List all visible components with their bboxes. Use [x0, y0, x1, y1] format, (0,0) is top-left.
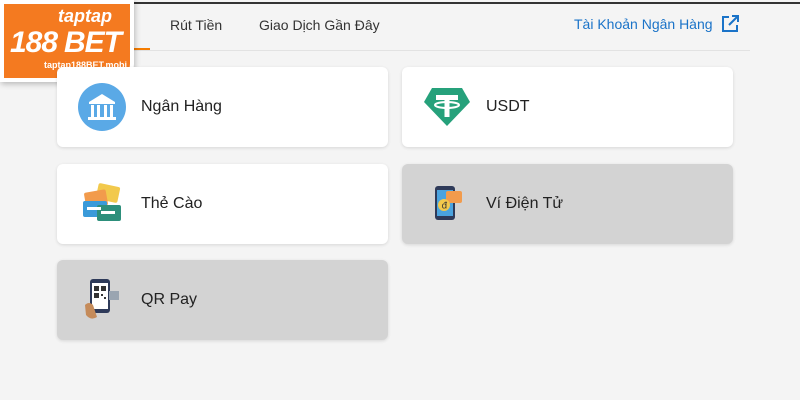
method-card-scratch-card[interactable]: Thẻ Cào: [57, 164, 388, 244]
e-wallet-icon: đ: [422, 179, 472, 229]
svg-text:đ: đ: [442, 202, 448, 212]
tether-icon: [422, 82, 472, 132]
logo-taptap-text: taptap: [58, 6, 112, 26]
method-label: Thẻ Cào: [141, 195, 203, 212]
method-label: Ví Điện Tử: [486, 195, 564, 212]
scratch-card-icon: [77, 179, 127, 229]
external-link-icon: [721, 15, 739, 32]
method-label: USDT: [486, 98, 530, 115]
bank-account-link[interactable]: Tài Khoản Ngân Hàng: [574, 15, 739, 33]
bank-icon: [77, 82, 127, 132]
method-label: QR Pay: [141, 291, 198, 308]
method-card-qr-pay[interactable]: QR Pay: [57, 260, 388, 340]
logo-bet-text: BET: [64, 26, 122, 59]
qr-phone-icon: [77, 275, 127, 325]
logo-number-text: 188: [10, 26, 58, 59]
method-card-usdt[interactable]: USDT: [402, 67, 733, 147]
nav-divider: [60, 50, 750, 51]
method-card-e-wallet[interactable]: đ Ví Điện Tử: [402, 164, 733, 244]
bank-account-link-label: Tài Khoản Ngân Hàng: [574, 16, 713, 32]
top-border: [130, 2, 800, 4]
method-label: Ngân Hàng: [141, 98, 222, 115]
method-card-bank[interactable]: Ngân Hàng: [57, 67, 388, 147]
tab-withdraw[interactable]: Rút Tiền: [170, 17, 222, 33]
tab-recent-transactions[interactable]: Giao Dịch Gần Đây: [259, 17, 380, 33]
